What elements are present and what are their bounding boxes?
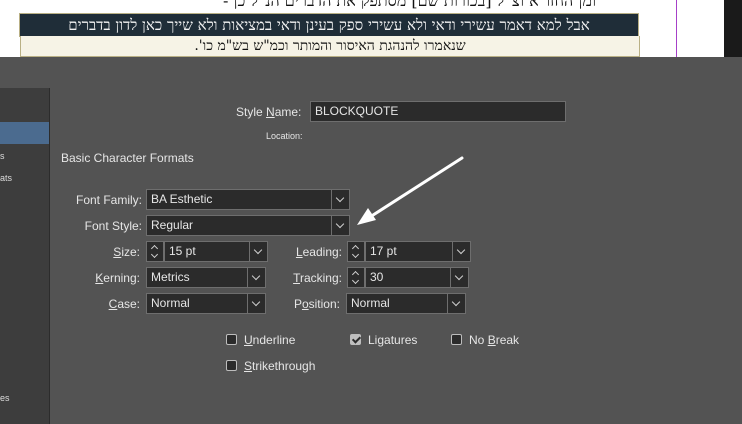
chevron-down-icon[interactable] <box>331 216 349 235</box>
font-family-select[interactable]: BA Esthetic <box>146 189 350 210</box>
font-family-label: Font Family: <box>75 193 142 207</box>
sidebar-item-selected[interactable] <box>0 122 49 144</box>
dialog-sidebar: s ats es <box>0 88 50 424</box>
leading-label: Leading: <box>295 245 342 259</box>
size-input[interactable]: 15 pt <box>164 241 268 262</box>
chevron-down-icon[interactable] <box>447 294 465 313</box>
leading-value: 17 pt <box>370 244 397 258</box>
tracking-label: Tracking: <box>293 271 342 285</box>
pasteboard-edge <box>724 0 742 57</box>
font-style-select[interactable]: Regular <box>146 215 350 236</box>
no-break-label[interactable]: No Break <box>469 333 519 347</box>
position-select[interactable]: Normal <box>346 293 466 314</box>
tracking-input[interactable]: 30 <box>365 267 469 288</box>
ligatures-checkbox[interactable] <box>350 334 361 345</box>
document-preview: ומן החזו"א וצ"ל [בכורות שם] מסתפק את הדב… <box>0 0 742 57</box>
sidebar-item-fragment-3[interactable]: es <box>0 393 10 403</box>
size-value: 15 pt <box>169 244 196 258</box>
text-frame-edge <box>676 0 677 57</box>
chevron-down-icon[interactable] <box>247 294 265 313</box>
leading-stepper-icon[interactable] <box>347 241 365 262</box>
document-line-2-highlighted[interactable]: אבל למא דאמר עשירי ודאי ולא עשירי ספק בע… <box>19 13 639 37</box>
style-name-input[interactable]: BLOCKQUOTE <box>310 101 566 122</box>
tracking-value: 30 <box>370 270 384 284</box>
style-name-label: Style Name: <box>236 105 302 119</box>
underline-label[interactable]: Underline <box>244 333 295 347</box>
kerning-select[interactable]: Metrics <box>146 267 266 288</box>
kerning-label: Kerning: <box>95 271 140 285</box>
case-label: Case: <box>108 297 140 311</box>
case-select[interactable]: Normal <box>146 293 266 314</box>
position-value: Normal <box>351 296 390 310</box>
font-style-label: Font Style: <box>84 219 142 233</box>
underline-checkbox[interactable] <box>226 334 237 345</box>
document-page: ומן החזו"א וצ"ל [בכורות שם] מסתפק את הדב… <box>0 0 676 57</box>
font-family-value: BA Esthetic <box>151 192 213 206</box>
chevron-down-icon[interactable] <box>452 242 470 261</box>
section-title: Basic Character Formats <box>61 151 194 165</box>
tracking-stepper-icon[interactable] <box>347 267 365 288</box>
size-stepper-icon[interactable] <box>146 241 164 262</box>
leading-input[interactable]: 17 pt <box>365 241 471 262</box>
size-label: Size: <box>113 245 140 259</box>
case-value: Normal <box>151 296 190 310</box>
sidebar-item-fragment-1[interactable]: s <box>0 151 5 161</box>
chevron-down-icon[interactable] <box>331 190 349 209</box>
position-label: Position: <box>293 297 340 311</box>
font-style-value: Regular <box>151 218 194 232</box>
sidebar-item-fragment-2[interactable]: ats <box>0 173 12 183</box>
location-label: Location: <box>266 131 303 141</box>
document-line-3[interactable]: שנאמרו להנהגת האיסור והמותר וכמ"ש בש"מ כ… <box>20 36 640 57</box>
document-line-1: ומן החזו"א וצ"ל [בכורות שם] מסתפק את הדב… <box>222 0 596 10</box>
chevron-down-icon[interactable] <box>450 268 468 287</box>
strikethrough-label[interactable]: Strikethrough <box>244 359 315 373</box>
kerning-value: Metrics <box>151 270 190 284</box>
ligatures-label[interactable]: Ligatures <box>368 333 417 347</box>
chevron-down-icon[interactable] <box>247 268 265 287</box>
no-break-checkbox[interactable] <box>451 334 462 345</box>
annotation-arrow-icon <box>357 156 464 225</box>
chevron-down-icon[interactable] <box>249 242 267 261</box>
strikethrough-checkbox[interactable] <box>226 360 237 371</box>
